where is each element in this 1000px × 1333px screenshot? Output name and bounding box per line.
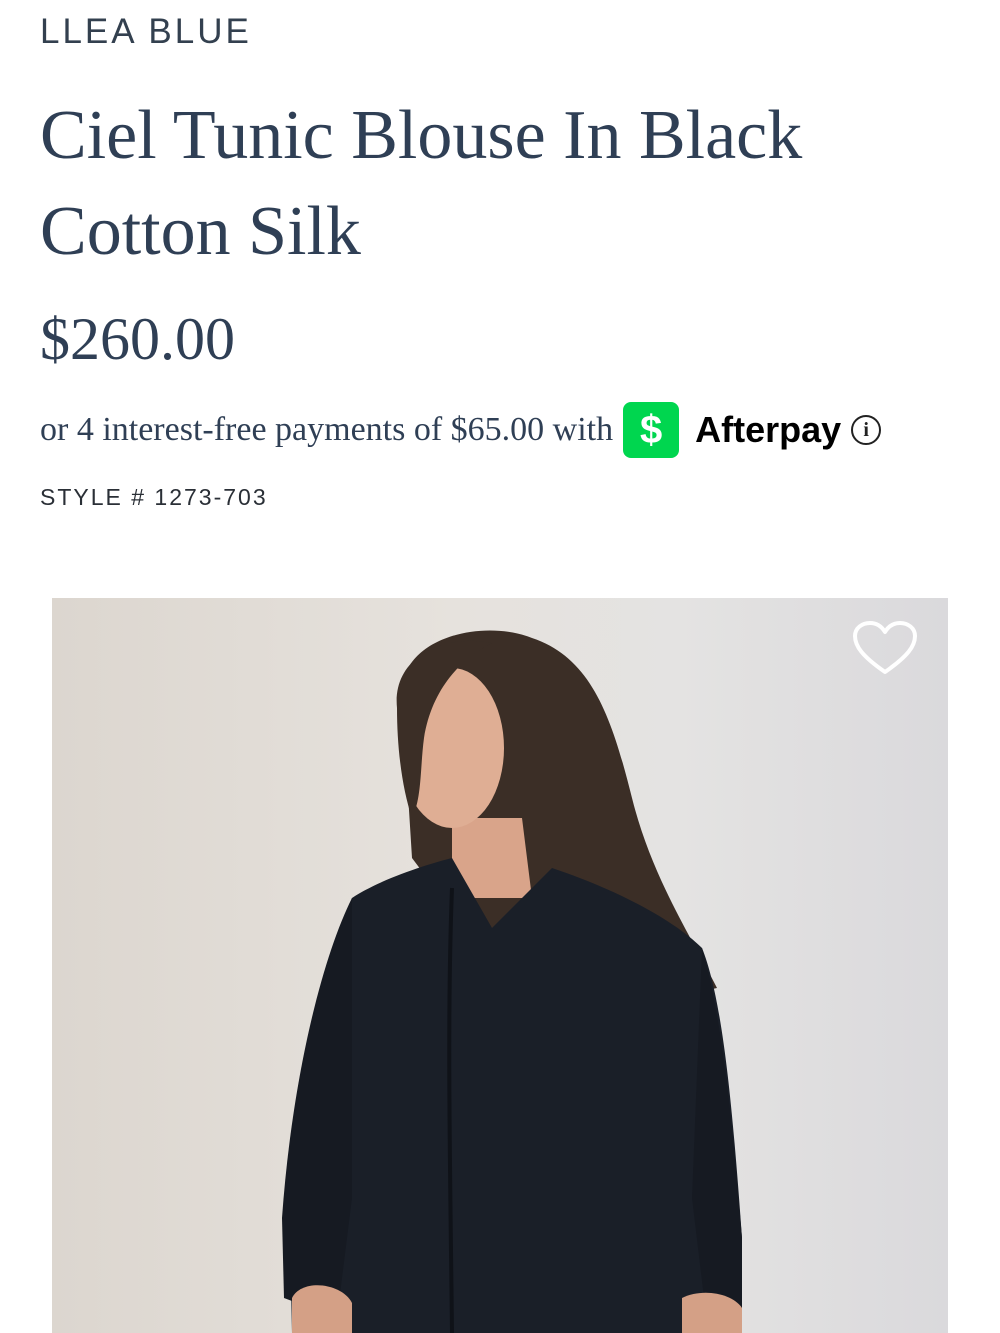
installment-text: or 4 interest-free payments of $65.00 wi… bbox=[40, 411, 614, 448]
afterpay-installments: or 4 interest-free payments of $65.00 wi… bbox=[40, 400, 882, 460]
cash-app-icon: $ bbox=[623, 402, 680, 458]
product-price: $260.00 bbox=[40, 306, 235, 372]
model-photo bbox=[282, 630, 742, 1333]
brand-name[interactable]: LLEA BLUE bbox=[40, 12, 252, 52]
dollar-symbol: $ bbox=[640, 408, 663, 452]
style-number: STYLE # 1273-703 bbox=[40, 484, 268, 510]
product-title: Ciel Tunic Blouse In Black Cotton Silk bbox=[40, 97, 803, 270]
heart-icon[interactable] bbox=[852, 620, 918, 676]
product-image[interactable] bbox=[52, 598, 948, 1333]
afterpay-label: Afterpay bbox=[695, 409, 842, 450]
info-icon[interactable]: i bbox=[851, 415, 882, 445]
